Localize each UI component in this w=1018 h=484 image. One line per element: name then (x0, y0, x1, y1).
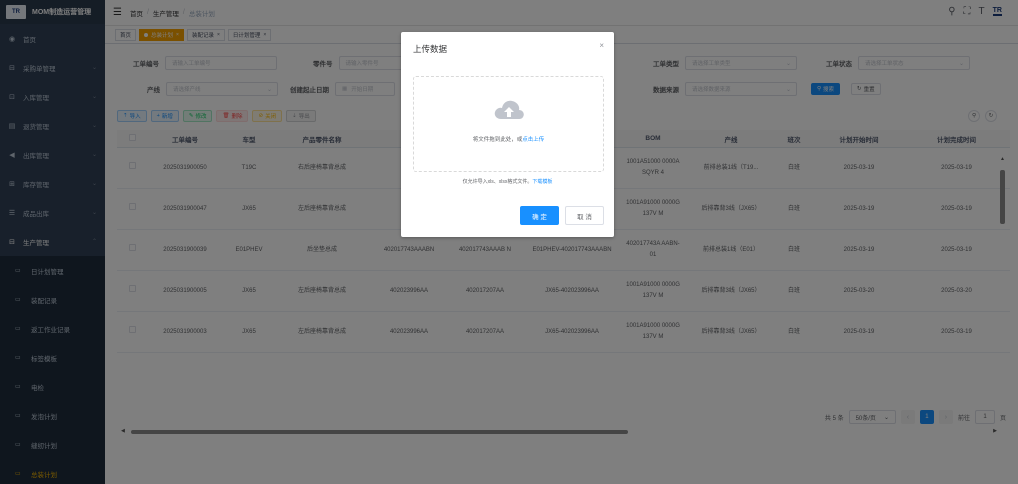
confirm-button[interactable]: 确 定 (520, 206, 559, 225)
dialog-title: 上传数据 (413, 44, 448, 54)
click-upload-link[interactable]: 点击上传 (522, 137, 544, 143)
upload-dialog: 上传数据 × 将文件拖到此处，或点击上传 仅允许导入xls、xlsx格式文件。下… (401, 32, 614, 237)
cancel-button[interactable]: 取 消 (565, 206, 604, 225)
drop-instruction: 将文件拖到此处，或点击上传 (414, 135, 603, 143)
upload-cloud-icon (494, 100, 524, 119)
close-icon[interactable]: × (599, 41, 604, 50)
drop-text: 将文件拖到此处，或 (472, 137, 523, 143)
upload-tip-text: 仅允许导入xls、xlsx格式文件。 (462, 179, 533, 185)
upload-tip: 仅允许导入xls、xlsx格式文件。下载模板 (401, 178, 614, 185)
download-template-link[interactable]: 下载模板 (532, 179, 552, 185)
upload-dropzone[interactable]: 将文件拖到此处，或点击上传 (413, 76, 604, 172)
